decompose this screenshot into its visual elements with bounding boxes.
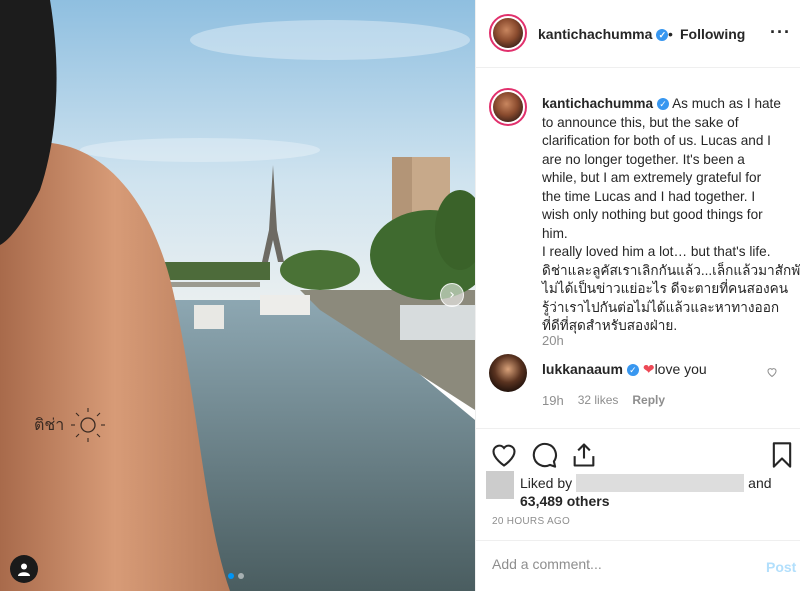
caption-author-avatar[interactable]	[489, 88, 527, 126]
post-dialog: ติช่า › kantichachumma ✓ • Following ···…	[0, 0, 800, 591]
post-header: kantichachumma ✓ • Following ···	[476, 0, 800, 68]
comment-body: lukkanaaum ✓ ❤love you	[542, 361, 707, 378]
like-heart-icon[interactable]	[490, 441, 518, 469]
likes-count[interactable]: 63,489 others	[520, 493, 610, 509]
commenter-username[interactable]: lukkanaaum	[542, 361, 623, 377]
caption-timestamp[interactable]: 20h	[542, 333, 564, 348]
post-side-panel: kantichachumma ✓ • Following ··· kanticha…	[475, 0, 800, 591]
chevron-right-icon: ›	[449, 287, 455, 303]
verified-badge-icon: ✓	[626, 364, 639, 377]
post-caption: kantichachumma ✓ As much as I hate to ann…	[542, 96, 800, 333]
liker-name-redacted	[576, 474, 745, 492]
carousel-dot-active	[228, 573, 234, 579]
post-actions	[476, 428, 800, 478]
photo-scene: ติช่า	[0, 0, 475, 591]
tagged-users-button[interactable]	[10, 555, 38, 583]
post-photo[interactable]: ติช่า ›	[0, 0, 475, 591]
verified-badge-icon: ✓	[656, 29, 669, 42]
reply-button[interactable]: Reply	[632, 393, 665, 408]
comment-icon[interactable]	[530, 441, 558, 469]
user-icon	[18, 563, 30, 576]
comment-likes[interactable]: 32 likes	[578, 393, 619, 408]
verified-badge-icon: ✓	[657, 98, 670, 111]
comment-text: love you	[654, 361, 707, 377]
header-separator: •	[668, 26, 673, 42]
author-avatar[interactable]	[489, 14, 527, 52]
commenter-avatar[interactable]	[489, 354, 527, 392]
carousel-next-button[interactable]: ›	[440, 283, 464, 307]
liker-avatar[interactable]	[486, 471, 514, 499]
author-username[interactable]: kantichachumma ✓	[538, 26, 669, 42]
heart-emoji: ❤	[642, 361, 655, 377]
tattoo-text: ติช่า	[34, 415, 64, 434]
share-icon[interactable]	[570, 441, 598, 469]
post-comment-button[interactable]: Post	[766, 559, 796, 575]
bookmark-icon[interactable]	[768, 441, 796, 469]
add-comment-bar: Post	[476, 540, 800, 591]
more-horizontal-icon[interactable]: ···	[770, 22, 791, 43]
carousel-indicator	[228, 573, 244, 579]
caption-username[interactable]: kantichachumma	[542, 96, 653, 111]
carousel-dot	[238, 573, 244, 579]
following-button[interactable]: Following	[680, 26, 745, 42]
post-timestamp[interactable]: 20 HOURS AGO	[492, 516, 570, 527]
likes-summary: Liked by and 63,489 others	[520, 474, 772, 509]
comment-like-icon[interactable]	[766, 366, 778, 381]
comment-timestamp[interactable]: 19h	[542, 393, 564, 408]
comment-meta: 19h 32 likes Reply	[542, 393, 665, 408]
comment-input[interactable]	[492, 556, 732, 572]
